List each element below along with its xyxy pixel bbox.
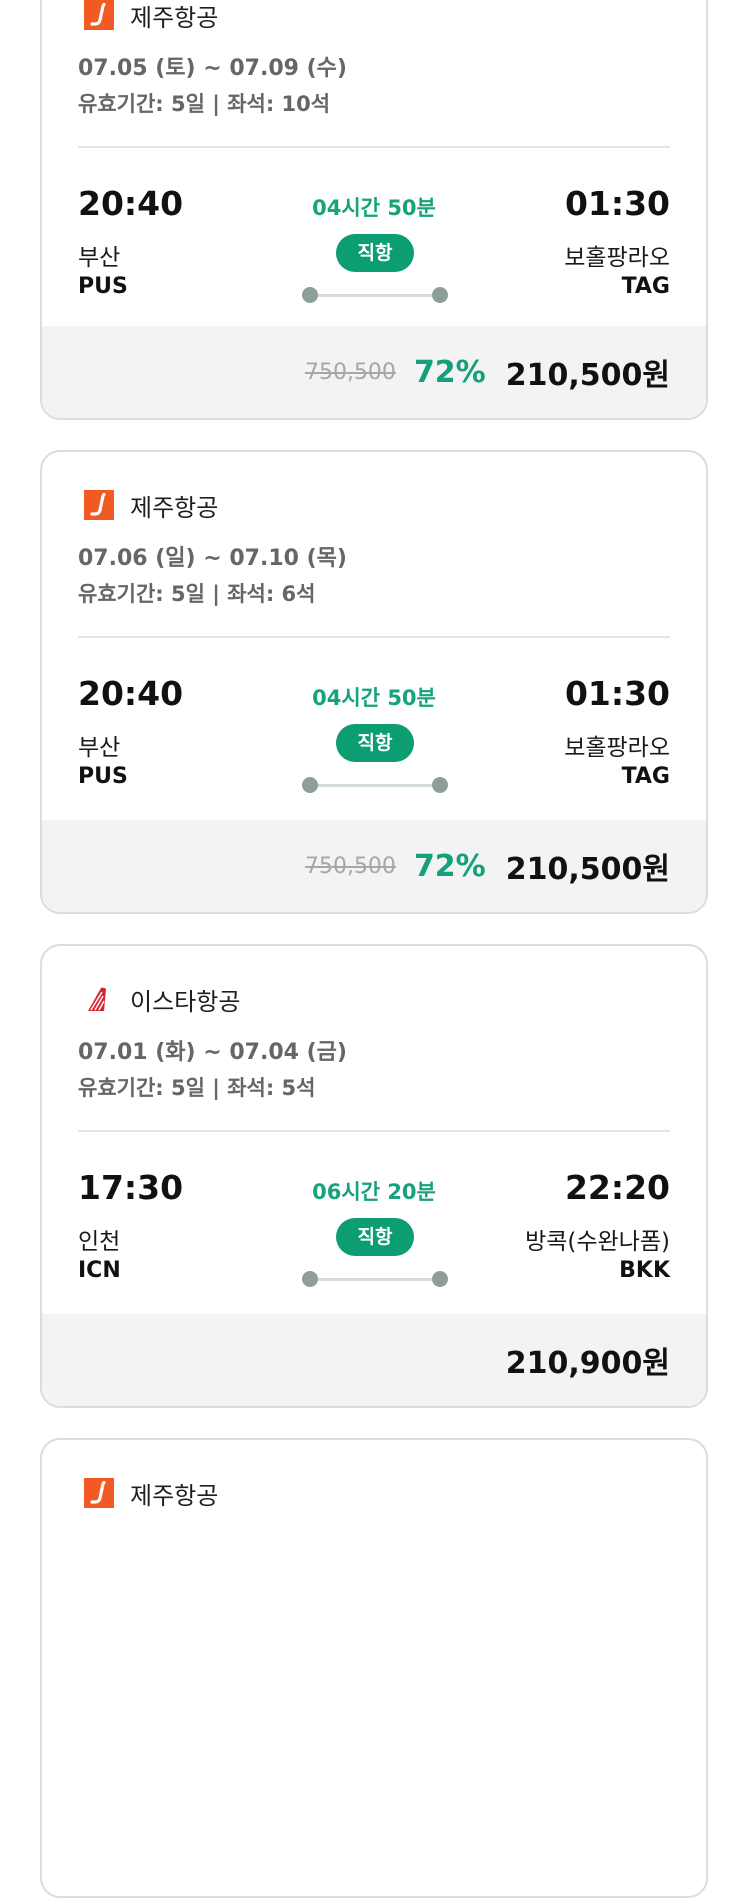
divider (78, 636, 670, 638)
validity-seats: 유효기간: 5일 | 좌석: 5석 (78, 1076, 316, 1100)
final-price: 210,900원 (505, 1346, 670, 1381)
price-bar: 750,500 72% 210,500원 (42, 820, 706, 912)
route-line (310, 294, 440, 297)
route-start-dot (302, 1271, 318, 1287)
price-group: 750,500 72% 210,500원 (305, 326, 670, 418)
route-start-dot (302, 777, 318, 793)
validity-seats: 유효기간: 5일 | 좌석: 6석 (78, 582, 316, 606)
price-bar: 210,900원 (42, 1314, 706, 1406)
route-line (310, 784, 440, 787)
arrival-city: 보홀팡라오 (564, 735, 670, 761)
airline-name: 제주항공 (130, 3, 219, 32)
direct-flight-badge: 직항 (336, 724, 414, 762)
airline-name: 이스타항공 (130, 987, 241, 1016)
direct-flight-badge: 직항 (336, 1218, 414, 1256)
airline-row: 제주항공 (84, 1476, 218, 1510)
departure-city: 인천 (78, 1229, 121, 1255)
route-end-dot (432, 287, 448, 303)
airline-row: 제주항공 (84, 0, 218, 32)
arrival-code: TAG (621, 274, 670, 299)
discount-rate: 72% (413, 848, 486, 884)
final-price: 210,500원 (505, 852, 670, 887)
price-bar: 750,500 72% 210,500원 (42, 326, 706, 418)
arrival-code: BKK (619, 1258, 670, 1283)
original-price: 750,500 (304, 853, 396, 879)
flight-card[interactable]: 제주항공 07.06 (일) ~ 07.10 (목) 유효기간: 5일 | 좌석… (40, 450, 708, 914)
jeju-air-logo (84, 1478, 114, 1508)
original-price: 750,500 (304, 359, 396, 385)
route-end-dot (432, 777, 448, 793)
departure-code: PUS (78, 764, 128, 789)
arrival-time: 01:30 (564, 674, 670, 713)
direct-flight-badge: 직항 (336, 234, 414, 272)
discount-rate: 72% (413, 354, 486, 390)
jeju-air-logo (84, 0, 114, 30)
route-start-dot (302, 287, 318, 303)
airline-name: 제주항공 (130, 493, 219, 522)
travel-dates: 07.05 (토) ~ 07.09 (수) (78, 56, 347, 81)
airline-row: 제주항공 (84, 488, 218, 522)
airline-name: 제주항공 (130, 1481, 219, 1510)
divider (78, 1130, 670, 1132)
jeju-air-logo (84, 490, 114, 520)
arrival-city: 보홀팡라오 (564, 245, 670, 271)
departure-code: PUS (78, 274, 128, 299)
price-group: 210,900원 (506, 1314, 670, 1406)
arrival-time: 22:20 (564, 1168, 670, 1207)
departure-code: ICN (78, 1258, 121, 1283)
travel-dates: 07.06 (일) ~ 07.10 (목) (78, 546, 347, 571)
eastar-jet-logo (88, 987, 106, 1011)
arrival-code: TAG (621, 764, 670, 789)
arrival-time: 01:30 (564, 184, 670, 223)
flight-card[interactable]: 제주항공 07.05 (토) ~ 07.09 (수) 유효기간: 5일 | 좌석… (40, 0, 708, 420)
route-end-dot (432, 1271, 448, 1287)
arrival-city: 방콕(수완나폼) (525, 1229, 670, 1255)
travel-dates: 07.01 (화) ~ 07.04 (금) (78, 1040, 347, 1065)
route-line (310, 1278, 440, 1281)
divider (78, 146, 670, 148)
price-group: 750,500 72% 210,500원 (305, 820, 670, 912)
departure-city: 부산 (78, 735, 121, 761)
departure-city: 부산 (78, 245, 121, 271)
flight-card[interactable]: 이스타항공 07.01 (화) ~ 07.04 (금) 유효기간: 5일 | 좌… (40, 944, 708, 1408)
flight-card[interactable]: 제주항공 (40, 1438, 708, 1898)
airline-row: 이스타항공 (84, 982, 240, 1016)
final-price: 210,500원 (505, 358, 670, 393)
validity-seats: 유효기간: 5일 | 좌석: 10석 (78, 92, 331, 116)
